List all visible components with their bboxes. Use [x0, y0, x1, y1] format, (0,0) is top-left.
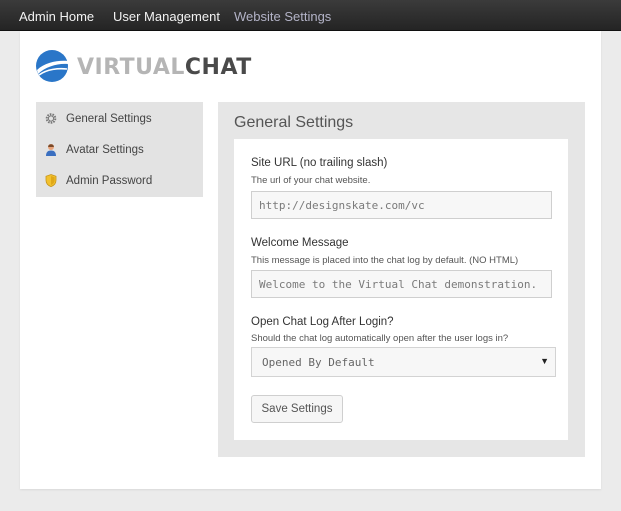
brand-wordmark-chat: CHAT: [184, 55, 252, 80]
welcome-message-input[interactable]: [251, 270, 552, 298]
sidebar-item-label: General Settings: [66, 113, 152, 125]
nav-website-settings[interactable]: Website Settings: [234, 9, 331, 24]
settings-form: Site URL (no trailing slash) The url of …: [234, 139, 568, 440]
site-url-help: The url of your chat website.: [251, 175, 371, 186]
globe-logo-icon: [36, 50, 68, 82]
shield-icon: [45, 174, 57, 187]
brand-logo: VIRTUALCHAT: [35, 49, 255, 85]
settings-sidebar: General Settings Avatar Settings Admin P…: [36, 102, 203, 197]
nav-user-management[interactable]: User Management: [113, 9, 220, 24]
main-panel: VIRTUALCHAT General Settings Avatar Sett…: [20, 31, 601, 489]
brand-wordmark-virtual: VIRTUAL: [77, 55, 185, 80]
sidebar-item-general-settings[interactable]: General Settings: [36, 104, 203, 134]
sidebar-item-admin-password[interactable]: Admin Password: [36, 166, 203, 196]
general-settings-section: General Settings Site URL (no trailing s…: [218, 102, 585, 457]
chat-log-label: Open Chat Log After Login?: [251, 316, 394, 328]
chevron-down-icon: ▼: [540, 356, 549, 366]
nav-admin-home[interactable]: Admin Home: [19, 9, 94, 24]
chat-log-select[interactable]: Opened By Default ▼: [251, 347, 556, 377]
sidebar-item-label: Admin Password: [66, 175, 153, 187]
top-navigation-bar: Admin Home User Management Website Setti…: [0, 0, 621, 31]
user-icon: [46, 144, 56, 156]
welcome-message-label: Welcome Message: [251, 237, 349, 249]
chat-log-help: Should the chat log automatically open a…: [251, 333, 509, 344]
chat-log-select-value: Opened By Default: [262, 356, 375, 369]
section-title: General Settings: [234, 114, 354, 131]
site-url-label: Site URL (no trailing slash): [251, 157, 388, 169]
sidebar-item-avatar-settings[interactable]: Avatar Settings: [36, 135, 203, 165]
save-settings-button[interactable]: Save Settings: [251, 395, 343, 423]
brand-wordmark: VIRTUALCHAT: [77, 55, 252, 80]
sidebar-item-label: Avatar Settings: [66, 144, 144, 156]
gear-icon: [45, 113, 57, 124]
site-url-input[interactable]: [251, 191, 552, 219]
welcome-message-help: This message is placed into the chat log…: [251, 255, 519, 266]
